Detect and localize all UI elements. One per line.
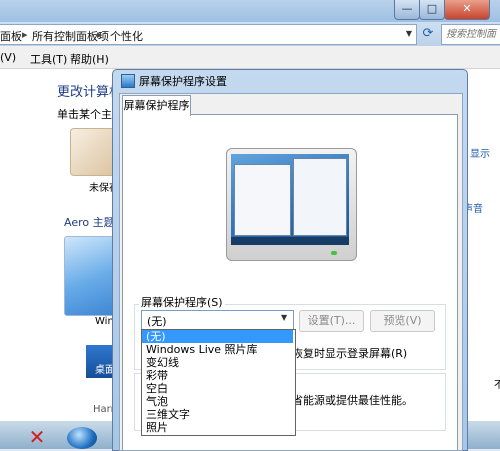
theme-windows7-thumbnail[interactable] [64, 236, 116, 316]
breadcrumb-control-panel[interactable]: 面板 [0, 28, 22, 44]
tab-screensaver[interactable]: 屏幕保护程序 [122, 95, 191, 116]
screensaver-option[interactable]: 彩带 [142, 369, 293, 382]
refresh-icon[interactable]: ⟳ [419, 24, 437, 43]
screensaver-option[interactable]: 三维文字 [142, 408, 293, 421]
power-led-icon [331, 251, 337, 255]
menu-view[interactable]: (V) [0, 51, 16, 64]
maximize-button[interactable]: □ [419, 0, 445, 20]
breadcrumb-personalization[interactable]: 个性化 [110, 28, 143, 44]
menu-bar: (V) 工具(T) 帮助(H) [0, 46, 500, 69]
app-icon[interactable]: ✕ [17, 425, 57, 449]
preview-window [293, 158, 347, 236]
close-button[interactable]: ✕ [444, 0, 490, 20]
address-dropdown-icon[interactable]: ▼ [402, 26, 416, 41]
menu-help[interactable]: 帮助(H) [70, 51, 109, 67]
breadcrumb-separator[interactable]: ▸ [22, 28, 28, 41]
media-player-icon[interactable] [67, 427, 97, 449]
breadcrumb-separator[interactable]: ▸ [97, 28, 103, 41]
address-bar[interactable]: 面板 ▸ 所有控制面板项 ▸ 个性化 [0, 24, 417, 45]
preview-taskbar [231, 237, 349, 245]
search-box[interactable] [441, 24, 500, 45]
minimize-button[interactable]: — [394, 0, 420, 20]
screensaver-option[interactable]: 照片 [142, 421, 293, 434]
screensaver-option[interactable]: 变幻线 [142, 356, 293, 369]
screensaver-option[interactable]: 气泡 [142, 395, 293, 408]
search-input[interactable] [442, 25, 500, 44]
side-text: 不 [494, 380, 500, 391]
monitor-screen [231, 154, 349, 245]
screensaver-option[interactable]: (无) [142, 330, 293, 343]
screensaver-option[interactable]: Windows Live 照片库 [142, 343, 293, 356]
settings-button[interactable]: 设置(T)... [299, 310, 364, 332]
screensaver-select-value: (无) [147, 315, 167, 328]
menu-tools[interactable]: 工具(T) [30, 51, 67, 67]
preview-button[interactable]: 预览(V) [370, 310, 435, 332]
display-link[interactable]: 显示 [470, 145, 490, 160]
dialog-monitor-icon [121, 74, 135, 88]
power-description: 省能源或提供最佳性能。 [292, 394, 413, 407]
chevron-down-icon[interactable]: ▼ [281, 313, 287, 322]
dialog-title: 屏幕保护程序设置 [139, 75, 227, 88]
theme-unsaved-thumbnail[interactable] [70, 128, 116, 176]
screensaver-group-label: 屏幕保护程序(S) [139, 294, 225, 310]
screensaver-option[interactable]: 空白 [142, 382, 293, 395]
resume-logon-label[interactable]: 恢复时显示登录屏幕(R) [292, 345, 407, 361]
preview-window [234, 164, 291, 236]
